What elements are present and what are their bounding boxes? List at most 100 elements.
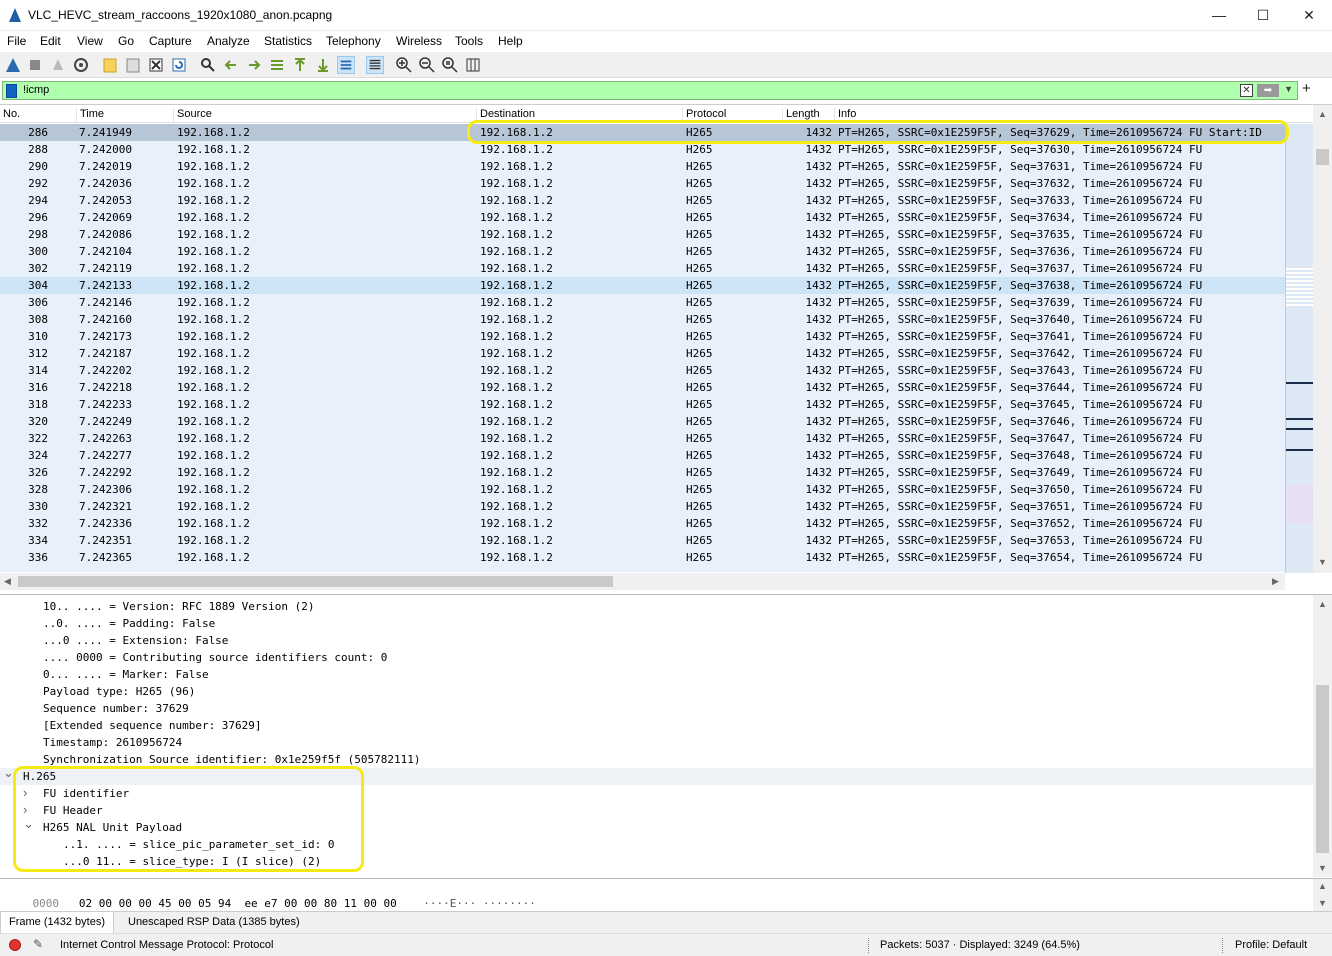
autoscroll-icon[interactable] [337, 56, 355, 74]
go-last-packet-icon[interactable] [314, 56, 332, 74]
packet-row[interactable]: 286 7.241949 192.168.1.2 192.168.1.2 H265 143… [0, 124, 1285, 141]
col-no[interactable]: No. [0, 108, 20, 122]
details-vscroll[interactable]: ▲ ▼ [1313, 595, 1332, 877]
menu-statistics[interactable]: Statistics [264, 34, 312, 48]
detail-tree-node[interactable]: › FU Header [0, 802, 1313, 819]
chevron-right-icon[interactable]: › [23, 785, 27, 800]
packet-row[interactable]: 306 7.242146 192.168.1.2 192.168.1.2 H265 143… [0, 294, 1285, 311]
go-first-packet-icon[interactable] [291, 56, 309, 74]
packet-row[interactable]: 304 7.242133 192.168.1.2 192.168.1.2 H265 143… [0, 277, 1285, 294]
packet-list-hscroll[interactable]: ◀ ▶ [0, 573, 1285, 590]
col-protocol[interactable]: Protocol [682, 108, 726, 122]
bytes-vscroll[interactable]: ▲ ▼ [1313, 879, 1332, 911]
col-info[interactable]: Info [834, 108, 856, 122]
packet-row[interactable]: 296 7.242069 192.168.1.2 192.168.1.2 H265 143… [0, 209, 1285, 226]
reload-file-icon[interactable] [170, 56, 188, 74]
bookmark-icon[interactable] [6, 84, 17, 98]
col-length[interactable]: Length [782, 108, 820, 122]
detail-field[interactable]: ..0. .... = Padding: False [0, 615, 1313, 632]
go-back-icon[interactable] [222, 56, 240, 74]
packet-row[interactable]: 288 7.242000 192.168.1.2 192.168.1.2 H265 143… [0, 141, 1285, 158]
display-filter-input[interactable]: !icmp ✕ ➡ ▼ [2, 81, 1298, 100]
packet-row[interactable]: 290 7.242019 192.168.1.2 192.168.1.2 H265 143… [0, 158, 1285, 175]
zoom-in-icon[interactable] [395, 56, 413, 74]
packet-row[interactable]: 310 7.242173 192.168.1.2 192.168.1.2 H265 143… [0, 328, 1285, 345]
maximize-button[interactable]: ☐ [1240, 0, 1286, 31]
packet-row-partial[interactable] [0, 566, 1285, 572]
menu-file[interactable]: File [7, 34, 26, 48]
minimize-button[interactable]: — [1196, 0, 1242, 31]
go-to-packet-icon[interactable] [268, 56, 286, 74]
open-file-icon[interactable] [101, 56, 119, 74]
packet-minimap[interactable] [1285, 124, 1313, 573]
menu-help[interactable]: Help [498, 34, 523, 48]
close-button[interactable]: ✕ [1286, 0, 1332, 31]
menu-view[interactable]: View [77, 34, 103, 48]
expert-info-icon[interactable] [9, 939, 21, 951]
detail-tree-node[interactable]: ⌄ H.265 [0, 765, 1313, 785]
packet-row[interactable]: 324 7.242277 192.168.1.2 192.168.1.2 H265 143… [0, 447, 1285, 464]
packet-list-vscroll[interactable]: ▲ ▼ [1313, 105, 1332, 573]
packet-row[interactable]: 312 7.242187 192.168.1.2 192.168.1.2 H265 143… [0, 345, 1285, 362]
bytes-ascii[interactable]: ····E··· ········ [423, 897, 536, 910]
packet-row[interactable]: 318 7.242233 192.168.1.2 192.168.1.2 H265 143… [0, 396, 1285, 413]
detail-field[interactable]: Payload type: H265 (96) [0, 683, 1313, 700]
resize-columns-icon[interactable] [464, 56, 482, 74]
edit-comment-icon[interactable]: ✎ [33, 937, 43, 951]
menu-wireless[interactable]: Wireless [396, 34, 442, 48]
bytes-hex[interactable]: 02 00 00 00 45 00 05 94 ee e7 00 00 80 1… [79, 897, 397, 910]
tab-frame[interactable]: Frame (1432 bytes) [0, 912, 114, 934]
packet-row[interactable]: 322 7.242263 192.168.1.2 192.168.1.2 H265 143… [0, 430, 1285, 447]
menu-tools[interactable]: Tools [455, 34, 483, 48]
detail-tree-node[interactable]: ⌄ H265 NAL Unit Payload [0, 816, 1313, 836]
status-profile[interactable]: Profile: Default [1235, 939, 1307, 951]
zoom-out-icon[interactable] [418, 56, 436, 74]
chevron-right-icon[interactable]: › [23, 802, 27, 817]
menu-edit[interactable]: Edit [40, 34, 61, 48]
detail-field[interactable]: [Extended sequence number: 37629] [0, 717, 1313, 734]
packet-row[interactable]: 300 7.242104 192.168.1.2 192.168.1.2 H265 143… [0, 243, 1285, 260]
packet-row[interactable]: 330 7.242321 192.168.1.2 192.168.1.2 H265 143… [0, 498, 1285, 515]
tab-unescaped-rsp[interactable]: Unescaped RSP Data (1385 bytes) [120, 912, 308, 934]
filter-history-dropdown-icon[interactable]: ▼ [1284, 84, 1293, 94]
packet-row[interactable]: 302 7.242119 192.168.1.2 192.168.1.2 H265 143… [0, 260, 1285, 277]
packet-row[interactable]: 298 7.242086 192.168.1.2 192.168.1.2 H265 143… [0, 226, 1285, 243]
detail-field[interactable]: Synchronization Source identifier: 0x1e2… [0, 751, 1313, 768]
close-file-icon[interactable] [147, 56, 165, 74]
restart-capture-icon[interactable] [49, 56, 67, 74]
detail-tree-node[interactable]: › FU identifier [0, 785, 1313, 802]
detail-field[interactable]: Timestamp: 2610956724 [0, 734, 1313, 751]
packet-row[interactable]: 326 7.242292 192.168.1.2 192.168.1.2 H265 143… [0, 464, 1285, 481]
add-filter-button-icon[interactable]: + [1302, 80, 1311, 97]
menu-analyze[interactable]: Analyze [207, 34, 250, 48]
packet-row[interactable]: 328 7.242306 192.168.1.2 192.168.1.2 H265 143… [0, 481, 1285, 498]
go-forward-icon[interactable] [245, 56, 263, 74]
detail-field[interactable]: Sequence number: 37629 [0, 700, 1313, 717]
packet-row[interactable]: 294 7.242053 192.168.1.2 192.168.1.2 H265 143… [0, 192, 1285, 209]
detail-field[interactable]: ...0 .... = Extension: False [0, 632, 1313, 649]
detail-field[interactable]: ..1. .... = slice_pic_parameter_set_id: … [0, 836, 1313, 853]
col-destination[interactable]: Destination [476, 108, 535, 122]
col-time[interactable]: Time [76, 108, 104, 122]
zoom-normal-icon[interactable] [441, 56, 459, 74]
packet-row[interactable]: 320 7.242249 192.168.1.2 192.168.1.2 H265 143… [0, 413, 1285, 430]
chevron-down-icon[interactable]: ⌄ [23, 816, 34, 832]
start-capture-icon[interactable] [4, 56, 22, 74]
packet-row[interactable]: 308 7.242160 192.168.1.2 192.168.1.2 H265 143… [0, 311, 1285, 328]
packet-row[interactable]: 334 7.242351 192.168.1.2 192.168.1.2 H265 143… [0, 532, 1285, 549]
packet-row[interactable]: 332 7.242336 192.168.1.2 192.168.1.2 H265 143… [0, 515, 1285, 532]
filter-text[interactable]: !icmp [23, 84, 49, 96]
packet-row[interactable]: 316 7.242218 192.168.1.2 192.168.1.2 H265 143… [0, 379, 1285, 396]
save-file-icon[interactable] [124, 56, 142, 74]
packet-row[interactable]: 292 7.242036 192.168.1.2 192.168.1.2 H265 143… [0, 175, 1285, 192]
chevron-down-icon[interactable]: ⌄ [3, 765, 14, 781]
detail-field[interactable]: 10.. .... = Version: RFC 1889 Version (2… [0, 598, 1313, 615]
packet-row[interactable]: 314 7.242202 192.168.1.2 192.168.1.2 H265 143… [0, 362, 1285, 379]
capture-options-icon[interactable] [72, 56, 90, 74]
find-packet-icon[interactable] [199, 56, 217, 74]
col-source[interactable]: Source [173, 108, 212, 122]
clear-filter-icon[interactable]: ✕ [1240, 84, 1253, 97]
colorize-icon[interactable] [366, 56, 384, 74]
stop-capture-icon[interactable] [26, 56, 44, 74]
detail-field[interactable]: .... 0000 = Contributing source identifi… [0, 649, 1313, 666]
